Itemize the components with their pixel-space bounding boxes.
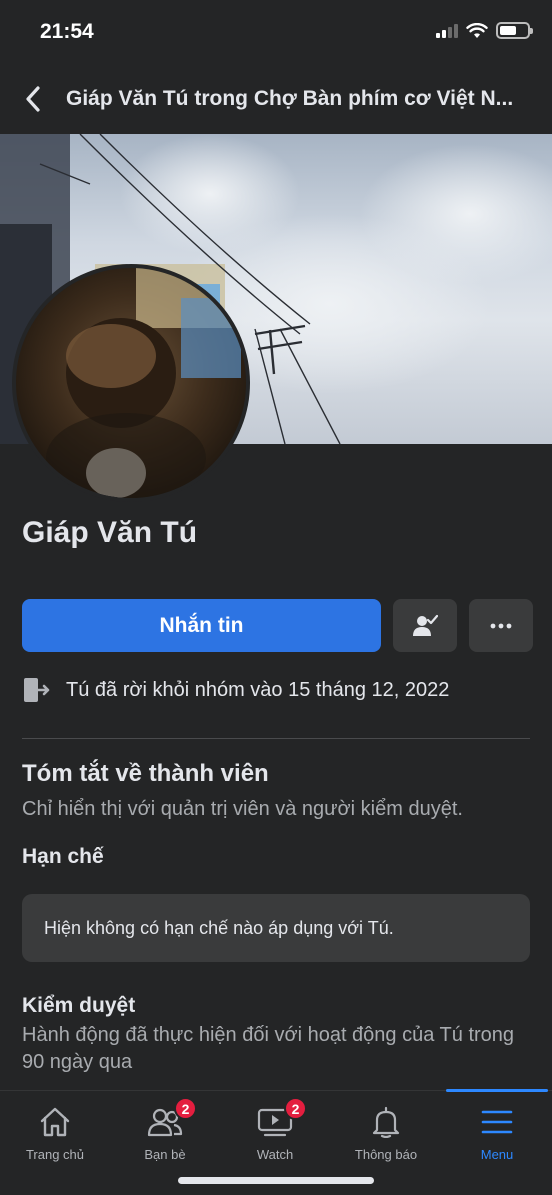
- nav-label-watch: Watch: [256, 1147, 294, 1162]
- profile-name: Giáp Văn Tú: [22, 516, 198, 549]
- chevron-left-icon: [26, 86, 40, 112]
- nav-label-friends: Bạn bè: [144, 1147, 186, 1162]
- status-time: 21:54: [40, 20, 94, 43]
- menu-icon: [481, 1110, 513, 1134]
- person-check-icon: [413, 614, 438, 636]
- bell-icon: [372, 1106, 400, 1138]
- left-group-text: Tú đã rời khỏi nhóm vào 15 tháng 12, 202…: [66, 678, 450, 701]
- watch-badge: 2: [284, 1097, 307, 1120]
- wifi-icon: [466, 22, 488, 38]
- group-member-profile-screen: 21:54 Giáp Văn Tú trong Chợ Bàn phím cơ …: [0, 0, 552, 1195]
- more-icon: [490, 623, 512, 628]
- more-options-button[interactable]: [469, 599, 533, 652]
- friends-badge: 2: [174, 1097, 197, 1120]
- nav-label-notifications: Thông báo: [354, 1147, 418, 1162]
- nav-item-home[interactable]: Trang chủ: [0, 1091, 110, 1171]
- nav-item-notifications[interactable]: Thông báo: [331, 1091, 441, 1171]
- header: Giáp Văn Tú trong Chợ Bàn phím cơ Việt N…: [0, 70, 552, 128]
- restrictions-title: Hạn chế: [22, 845, 104, 868]
- profile-actions: Nhắn tin: [22, 599, 533, 652]
- cellular-signal-icon: [436, 23, 458, 38]
- restrictions-card: Hiện không có hạn chế nào áp dụng với Tú…: [22, 894, 530, 962]
- profile-avatar[interactable]: [12, 264, 250, 502]
- left-group-info: Tú đã rời khỏi nhóm vào 15 tháng 12, 202…: [22, 676, 449, 704]
- exit-door-icon: [24, 678, 50, 702]
- status-bar: 21:54: [0, 0, 552, 66]
- home-indicator[interactable]: [178, 1177, 374, 1184]
- divider: [22, 738, 530, 739]
- message-button[interactable]: Nhắn tin: [22, 599, 381, 652]
- moderation-description-line1: Hành động đã thực hiện đối với hoạt động…: [22, 1024, 515, 1046]
- friend-status-button[interactable]: [393, 599, 457, 652]
- nav-label-home: Trang chủ: [25, 1147, 85, 1162]
- back-button[interactable]: [4, 70, 62, 128]
- moderation-title: Kiểm duyệt: [22, 994, 136, 1017]
- header-title: Giáp Văn Tú trong Chợ Bàn phím cơ Việt N…: [66, 87, 514, 110]
- status-icons: [436, 22, 533, 39]
- nav-item-friends[interactable]: 2 Bạn bè: [110, 1091, 220, 1171]
- nav-item-menu[interactable]: Menu: [442, 1091, 552, 1171]
- nav-item-watch[interactable]: 2 Watch: [220, 1091, 330, 1171]
- moderation-description-line2: 90 ngày qua: [22, 1051, 133, 1073]
- member-summary-subtitle: Chỉ hiển thị với quản trị viên và người …: [22, 798, 463, 820]
- nav-label-menu: Menu: [480, 1147, 514, 1162]
- restrictions-card-text: Hiện không có hạn chế nào áp dụng với Tú…: [44, 917, 394, 938]
- battery-icon: [496, 22, 533, 39]
- member-summary-title: Tóm tắt về thành viên: [22, 760, 269, 787]
- home-icon: [40, 1107, 70, 1137]
